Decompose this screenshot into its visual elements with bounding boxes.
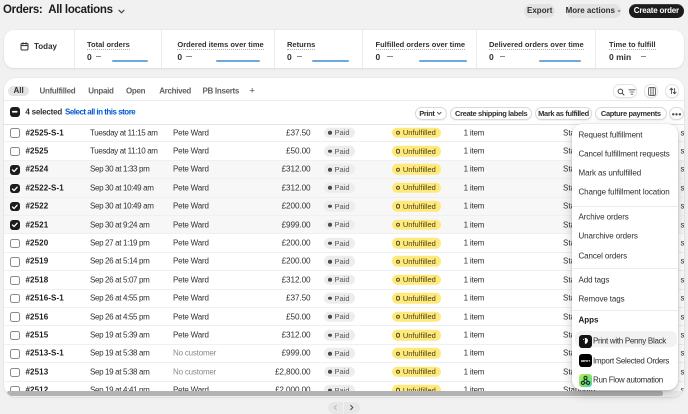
svg-text:IMPRT: IMPRT	[580, 359, 590, 363]
